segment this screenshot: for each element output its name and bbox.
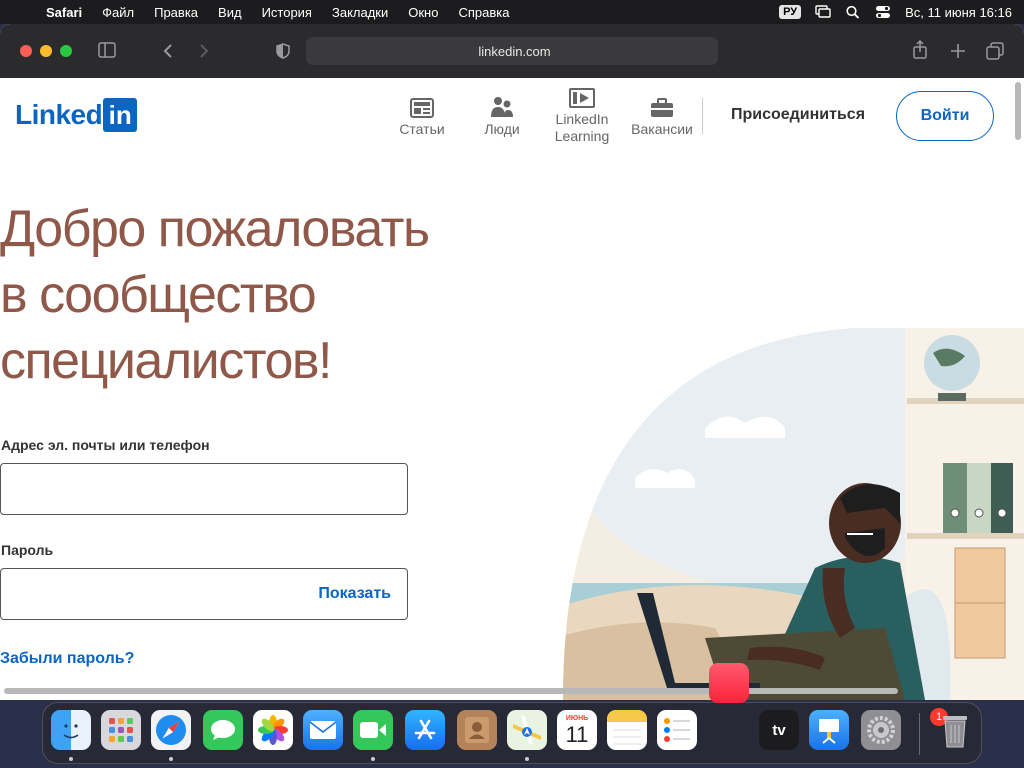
nav-people[interactable]: Люди (472, 94, 532, 138)
calendar-day: 11 (565, 721, 589, 747)
nav-jobs-label: Вакансии (631, 121, 693, 137)
back-button[interactable] (162, 43, 174, 59)
input-source-indicator[interactable]: РУ (779, 5, 802, 19)
email-field-box[interactable] (0, 463, 408, 515)
safari-toolbar: linkedin.com (0, 24, 1024, 78)
messages-icon[interactable] (203, 710, 243, 750)
title-line-1: Добро пожаловать (0, 200, 430, 258)
email-field[interactable] (1, 464, 407, 514)
linkedin-logo[interactable]: Linked in (15, 98, 138, 132)
show-password-button[interactable]: Показать (318, 585, 391, 603)
menu-view[interactable]: Вид (208, 5, 252, 20)
linkedin-page: Linked in Статьи Люди LinkedIn Learning … (0, 78, 1024, 700)
forgot-password-link[interactable]: Забыли пароль? (0, 650, 134, 668)
sidebar-toggle-icon[interactable] (98, 42, 116, 58)
new-tab-icon[interactable] (950, 43, 966, 59)
menu-bookmarks[interactable]: Закладки (322, 5, 398, 20)
minimize-window-button[interactable] (40, 45, 52, 57)
launchpad-icon[interactable] (101, 710, 141, 750)
dock-separator (919, 713, 920, 755)
title-line-3: специалистов! (0, 332, 332, 390)
address-url: linkedin.com (478, 43, 551, 59)
dock: ИЮНЬ 11 tv 1 (42, 702, 982, 764)
title-line-2: в сообщество (0, 266, 317, 324)
music-icon[interactable] (709, 663, 749, 703)
window-controls (20, 45, 72, 57)
reminders-icon[interactable] (657, 710, 697, 750)
password-field-box[interactable]: Показать (0, 568, 408, 620)
logo-in-box: in (103, 98, 138, 132)
tab-overview-icon[interactable] (986, 42, 1004, 60)
horizontal-scrollbar[interactable] (4, 688, 898, 694)
signin-button[interactable]: Войти (896, 91, 994, 141)
join-button[interactable]: Присоединиться (716, 106, 880, 124)
password-label: Пароль (1, 542, 54, 558)
control-center-icon[interactable] (875, 5, 891, 19)
facetime-icon[interactable] (353, 710, 393, 750)
nav-jobs[interactable]: Вакансии (626, 94, 698, 138)
jobs-icon (651, 98, 673, 117)
menu-help[interactable]: Справка (448, 5, 519, 20)
safari-icon[interactable] (151, 710, 191, 750)
close-window-button[interactable] (20, 45, 32, 57)
mail-icon[interactable] (303, 710, 343, 750)
address-bar[interactable]: linkedin.com (306, 37, 718, 65)
page-title: Добро пожаловать в сообщество специалист… (0, 196, 520, 394)
screen-mirroring-icon[interactable] (815, 5, 831, 19)
menu-history[interactable]: История (252, 5, 322, 20)
apple-tv-icon[interactable]: tv (759, 710, 799, 750)
menu-file[interactable]: Файл (92, 5, 144, 20)
email-label: Адрес эл. почты или телефон (1, 437, 210, 453)
contacts-icon[interactable] (457, 710, 497, 750)
finder-icon[interactable] (51, 710, 91, 750)
spotlight-search-icon[interactable] (845, 5, 861, 19)
nav-learning[interactable]: LinkedIn Learning (546, 88, 618, 145)
nav-articles[interactable]: Статьи (392, 94, 452, 138)
articles-icon (410, 98, 434, 118)
menu-bar: Safari Файл Правка Вид История Закладки … (0, 0, 1024, 24)
system-settings-icon[interactable] (861, 710, 901, 750)
notes-icon[interactable] (607, 710, 647, 750)
forward-button[interactable] (198, 43, 210, 59)
trash-icon[interactable] (935, 710, 975, 750)
menu-edit[interactable]: Правка (144, 5, 208, 20)
nav-learning-label: LinkedIn Learning (554, 111, 610, 144)
safari-window: linkedin.com Linked in Статьи Люди Linke… (0, 24, 1024, 700)
privacy-report-icon[interactable] (276, 43, 290, 59)
nav-people-label: Люди (484, 121, 520, 137)
password-field[interactable] (1, 569, 301, 619)
zoom-window-button[interactable] (60, 45, 72, 57)
hero-illustration (563, 328, 1024, 700)
learning-icon (569, 88, 595, 108)
photos-icon[interactable] (253, 710, 293, 750)
maps-icon[interactable] (507, 710, 547, 750)
app-store-icon[interactable] (405, 710, 445, 750)
tv-label: tv (772, 721, 786, 739)
menu-app-safari[interactable]: Safari (36, 5, 92, 20)
nav-divider (702, 98, 703, 134)
people-icon (491, 97, 513, 117)
menu-window[interactable]: Окно (398, 5, 448, 20)
share-icon[interactable] (912, 40, 928, 60)
calendar-icon[interactable]: ИЮНЬ 11 (557, 710, 597, 750)
menubar-clock[interactable]: Вс, 11 июня 16:16 (905, 5, 1012, 20)
keynote-icon[interactable] (809, 710, 849, 750)
nav-articles-label: Статьи (399, 121, 445, 137)
logo-wordmark: Linked (15, 99, 103, 130)
vertical-scrollbar[interactable] (1015, 82, 1021, 140)
